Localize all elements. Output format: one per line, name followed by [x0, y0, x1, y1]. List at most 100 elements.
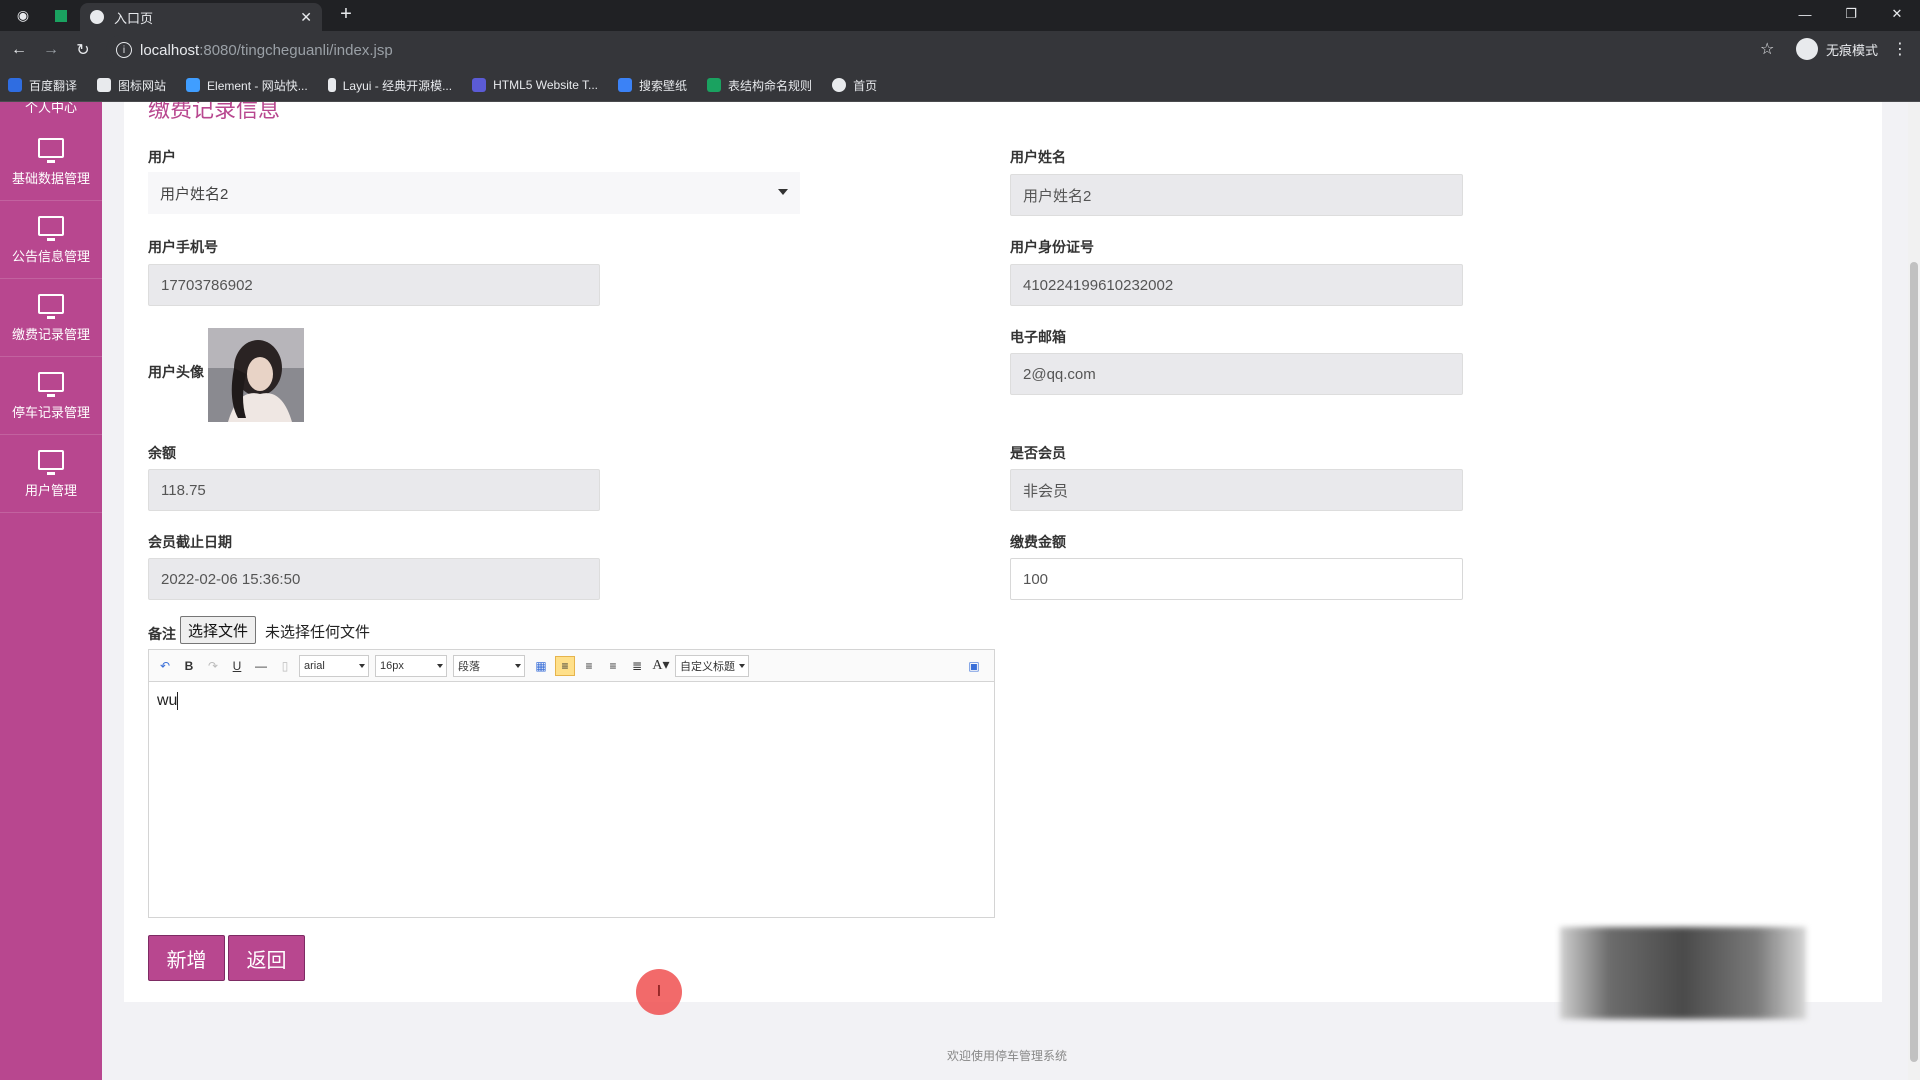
tab-active[interactable]: 入口页 ✕	[80, 3, 322, 31]
back-button[interactable]: 返回	[228, 935, 305, 981]
avatar	[208, 328, 304, 422]
sheet-icon	[55, 9, 67, 22]
restore-button[interactable]: ❐	[1828, 0, 1874, 28]
window-controls: — ❐ ✕	[1782, 0, 1920, 28]
sidebar-item-label: 基础数据管理	[11, 170, 90, 186]
redo-icon[interactable]: ↷	[203, 656, 223, 676]
incognito-indicator[interactable]: 无痕模式	[1796, 38, 1878, 60]
html5-icon	[472, 78, 487, 92]
monitor-icon	[38, 137, 64, 163]
custom-title-select[interactable]: 自定义标题	[675, 654, 749, 677]
align-center-icon[interactable]: ≡	[603, 656, 623, 676]
click-indicator: I	[636, 969, 682, 1015]
address-bar[interactable]: i localhost:8080/tingcheguanli/index.jsp	[106, 35, 1776, 65]
tab-title: 入口页	[114, 10, 154, 26]
globe-icon	[832, 78, 847, 92]
page-scrollbar[interactable]	[1908, 102, 1920, 1080]
browser-toolbar: ← → ↻ i localhost:8080/tingcheguanli/ind…	[0, 31, 1920, 69]
choose-file-button[interactable]: 选择文件	[180, 616, 257, 644]
paragraph-select[interactable]: 段落	[453, 654, 525, 677]
sidebar-item-label: 公告信息管理	[11, 248, 90, 264]
bookmark-star-icon[interactable]: ☆	[1760, 39, 1774, 59]
bookmark-item[interactable]: HTML5 Website T...	[472, 78, 598, 92]
remark-label: 备注	[148, 626, 176, 642]
id-field[interactable]: 410224199610232002	[1010, 264, 1463, 306]
font-family-select[interactable]: arial	[299, 654, 369, 677]
forward-icon[interactable]: →	[38, 37, 64, 63]
bookmark-item[interactable]: 搜索壁纸	[618, 77, 687, 94]
monitor-icon	[38, 449, 64, 475]
bookmark-item[interactable]: 图标网站	[97, 77, 166, 94]
email-label: 电子邮箱	[1010, 329, 1066, 345]
bookmarks-bar: 百度翻译 图标网站 Element - 网站快... Layui - 经典开源模…	[0, 69, 1920, 102]
align-left-icon[interactable]: ≡	[555, 655, 575, 676]
close-tab-icon[interactable]: ✕	[300, 9, 312, 26]
chevron-down-icon	[778, 189, 788, 195]
font-color-icon[interactable]: A▾	[651, 656, 671, 676]
member-field[interactable]: 非会员	[1010, 469, 1463, 511]
email-field[interactable]: 2@qq.com	[1010, 353, 1463, 395]
bold-icon[interactable]: B	[179, 656, 199, 676]
align-justify-icon[interactable]: ≣	[627, 656, 647, 676]
wallpaper-icon	[618, 78, 633, 92]
pinned-tab[interactable]	[50, 6, 72, 26]
undo-icon[interactable]: ↶	[155, 656, 175, 676]
bookmark-item[interactable]: 首页	[832, 77, 877, 94]
fullscreen-icon[interactable]: ▣	[964, 656, 984, 676]
sidebar-item-label: 缴费记录管理	[11, 326, 90, 342]
minimize-button[interactable]: —	[1782, 0, 1828, 28]
user-select[interactable]: 用户姓名2	[148, 172, 800, 214]
avatar-photo-icon	[208, 328, 304, 422]
add-button[interactable]: 新增	[148, 935, 225, 981]
info-icon[interactable]: i	[116, 42, 132, 58]
font-size-select[interactable]: 16px	[375, 654, 447, 677]
member-end-label: 会员截止日期	[148, 534, 232, 550]
sidebar-item-payment[interactable]: 缴费记录管理	[0, 280, 102, 357]
phone-field[interactable]: 17703786902	[148, 264, 600, 306]
browser-tab-bar: ◉ 入口页 ✕ + — ❐ ✕	[0, 0, 1920, 31]
browser-menu-icon[interactable]: ◉	[12, 5, 34, 27]
bookmark-item[interactable]: Element - 网站快...	[186, 77, 308, 94]
incognito-label: 无痕模式	[1826, 42, 1879, 58]
monitor-icon	[38, 293, 64, 319]
page-icon[interactable]: ▯	[275, 656, 295, 676]
sidebar: 个人中心 基础数据管理 公告信息管理 缴费记录管理 停车记录管理 用户管理	[0, 102, 102, 1080]
horizontal-rule-icon[interactable]: —	[251, 656, 271, 676]
member-end-field[interactable]: 2022-02-06 15:36:50	[148, 558, 600, 600]
layui-icon	[327, 78, 336, 92]
user-name-field[interactable]: 用户姓名2	[1010, 174, 1463, 216]
sidebar-item-parking[interactable]: 停车记录管理	[0, 358, 102, 435]
page: 个人中心 基础数据管理 公告信息管理 缴费记录管理 停车记录管理 用户管理 缴费…	[0, 102, 1920, 1080]
balance-label: 余额	[148, 445, 176, 461]
align-right-icon[interactable]: ≡	[579, 656, 599, 676]
underline-icon[interactable]: U	[227, 656, 247, 676]
kebab-menu-icon[interactable]: ⋮	[1892, 39, 1908, 59]
footer-text: 欢迎使用停车管理系统	[946, 1049, 1067, 1063]
bookmark-item[interactable]: 百度翻译	[8, 77, 77, 94]
sidebar-item-basic-data[interactable]: 基础数据管理	[0, 124, 102, 201]
sidebar-item-notice[interactable]: 公告信息管理	[0, 202, 102, 279]
new-tab-button[interactable]: +	[334, 3, 358, 27]
bookmark-item[interactable]: 表结构命名规则	[707, 77, 812, 94]
translate-icon	[8, 78, 22, 92]
page-title: 缴费记录信息	[148, 102, 281, 122]
bookmark-item[interactable]: Layui - 经典开源模...	[327, 77, 452, 94]
amount-field[interactable]: 100	[1010, 558, 1463, 600]
table-icon[interactable]: ▦	[531, 656, 551, 676]
phone-label: 用户手机号	[148, 239, 218, 255]
amount-label: 缴费金额	[1010, 534, 1066, 550]
flag-icon	[97, 78, 112, 92]
balance-field[interactable]: 118.75	[148, 469, 600, 511]
scrollbar-thumb[interactable]	[1910, 262, 1918, 1062]
sidebar-item-users[interactable]: 用户管理	[0, 436, 102, 513]
element-icon	[186, 78, 201, 92]
back-icon[interactable]: ←	[6, 37, 32, 63]
monitor-icon	[38, 371, 64, 397]
reload-icon[interactable]: ↻	[70, 37, 96, 63]
editor-content[interactable]: wu	[149, 682, 994, 720]
blurred-watermark	[1560, 927, 1806, 1019]
sidebar-item-personal-center[interactable]: 个人中心	[0, 102, 102, 122]
sidebar-item-label: 停车记录管理	[11, 404, 90, 420]
avatar-label: 用户头像	[148, 364, 204, 380]
close-window-button[interactable]: ✕	[1874, 0, 1920, 28]
